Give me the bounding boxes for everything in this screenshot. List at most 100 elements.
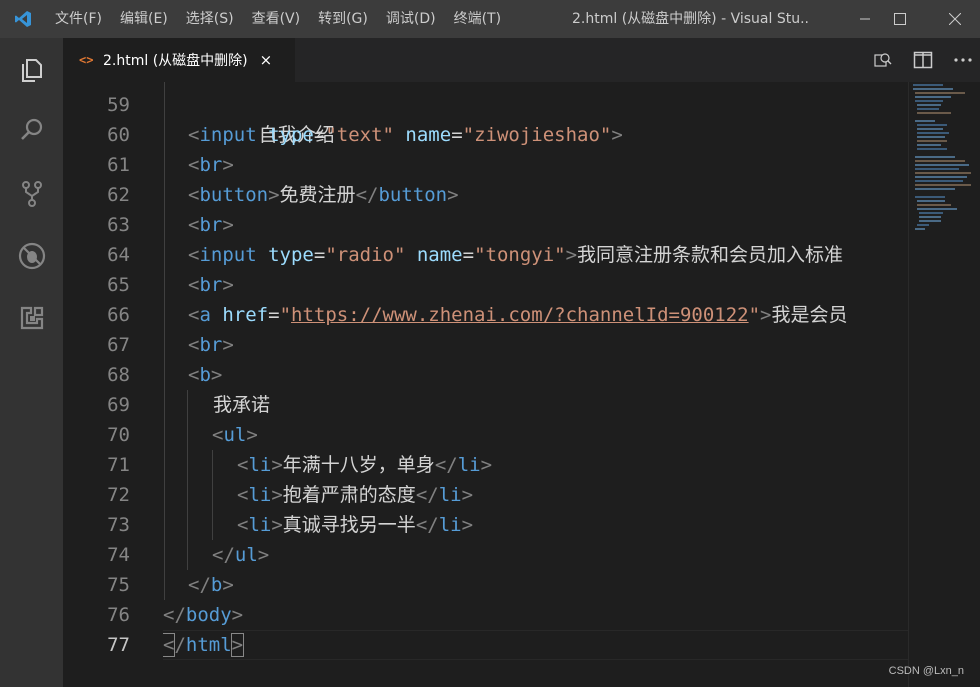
menu-debug[interactable]: 调试(D) — [377, 0, 445, 38]
line-number: 70 — [107, 424, 130, 446]
code-line-60: <input type="text" name="ziwojieshao"> — [188, 124, 623, 146]
window-title: 2.html (从磁盘中删除) - Visual Stu... — [572, 11, 808, 27]
code-line-76: </body> — [163, 604, 244, 626]
line-number: 63 — [107, 214, 130, 236]
extensions-icon[interactable] — [0, 288, 63, 348]
minimap-line — [919, 216, 941, 218]
minimap-line — [915, 156, 955, 158]
code-line-68: <b> — [188, 364, 223, 386]
url-link[interactable]: https://www.zhenai.com/?channelId=900122 — [291, 304, 749, 326]
line-number: 60 — [107, 124, 130, 146]
tab-close-icon[interactable]: × — [260, 51, 273, 69]
minimap-line — [917, 128, 943, 130]
minimap-line — [915, 96, 951, 98]
code-line-75: </b> — [188, 574, 234, 596]
code-line-77: </html> — [163, 633, 245, 657]
code-line-64: <input type="radio" name="tongyi">我同意注册条… — [188, 244, 844, 266]
minimap-line — [917, 148, 947, 150]
line-number: 62 — [107, 184, 130, 206]
code-line-72: <li>抱着严肃的态度</li> — [237, 484, 474, 506]
minimap-line — [915, 180, 963, 182]
explorer-icon[interactable] — [0, 40, 63, 100]
menu-file[interactable]: 文件(F) — [46, 0, 111, 38]
debug-icon[interactable] — [0, 226, 63, 286]
minimap-line — [917, 124, 947, 126]
line-number: 72 — [107, 484, 130, 506]
line-number: 68 — [107, 364, 130, 386]
watermark: CSDN @Lxn_n — [888, 665, 964, 677]
menu-go[interactable]: 转到(G) — [309, 0, 377, 38]
vscode-logo-icon — [0, 0, 46, 38]
maximize-icon[interactable] — [877, 0, 923, 38]
code-line-61: <br> — [188, 154, 234, 176]
line-number: 69 — [107, 394, 130, 416]
line-number: 73 — [107, 514, 130, 536]
menu-view[interactable]: 查看(V) — [243, 0, 310, 38]
minimap-line — [915, 92, 965, 94]
line-number: 76 — [107, 604, 130, 626]
indent-guide — [212, 450, 213, 540]
line-number: 74 — [107, 544, 130, 566]
code-editor[interactable]: 59 60 61 62 63 64 65 66 67 68 69 70 71 7… — [63, 82, 980, 687]
minimap-line — [915, 188, 955, 190]
minimap-line — [915, 176, 967, 178]
code-line-62: <button>免费注册</button> — [188, 184, 459, 206]
minimap-line — [915, 228, 925, 230]
code-lines[interactable]: 自我介绍 <input type="text" name="ziwojiesha… — [163, 82, 908, 687]
minimap-line — [913, 84, 943, 86]
activity-bar — [0, 38, 63, 687]
minimap-line — [917, 112, 951, 114]
close-window-icon[interactable] — [932, 0, 978, 38]
search-icon[interactable] — [0, 100, 63, 160]
line-number: 65 — [107, 274, 130, 296]
code-line-71: <li>年满十八岁，单身</li> — [237, 454, 493, 476]
menu-selection[interactable]: 选择(S) — [177, 0, 243, 38]
line-number: 61 — [107, 154, 130, 176]
minimap-line — [915, 100, 943, 102]
minimap-line — [917, 136, 945, 138]
minimap[interactable] — [908, 82, 980, 687]
indent-guide — [164, 82, 165, 600]
tab-2-html[interactable]: <> 2.html (从磁盘中删除) × — [63, 38, 295, 82]
html-file-icon: <> — [79, 53, 94, 67]
matched-bracket: < — [163, 633, 176, 657]
open-changes-icon[interactable] — [871, 48, 895, 72]
minimap-line — [917, 144, 941, 146]
minimap-line — [917, 132, 949, 134]
minimap-line — [919, 220, 941, 222]
minimap-line — [915, 164, 969, 166]
minimap-line — [917, 200, 945, 202]
code-line-74: </ul> — [212, 544, 270, 566]
minimap-line — [919, 212, 943, 214]
minimap-line — [915, 168, 959, 170]
menu-edit[interactable]: 编辑(E) — [111, 0, 177, 38]
line-number: 71 — [107, 454, 130, 476]
menu-terminal[interactable]: 终端(T) — [445, 0, 510, 38]
line-number: 66 — [107, 304, 130, 326]
minimap-line — [915, 172, 971, 174]
source-control-icon[interactable] — [0, 164, 63, 224]
minimap-line — [917, 208, 957, 210]
line-number: 59 — [107, 94, 130, 116]
minimap-line — [917, 224, 929, 226]
minimap-line — [917, 204, 951, 206]
more-actions-icon[interactable] — [951, 48, 975, 72]
code-line-66: <a href="https://www.zhenai.com/?channel… — [188, 304, 848, 326]
code-line-59: 自我介绍 — [258, 124, 335, 146]
split-editor-icon[interactable] — [911, 48, 935, 72]
minimap-line — [915, 120, 935, 122]
code-line-63: <br> — [188, 214, 234, 236]
line-number-gutter: 59 60 61 62 63 64 65 66 67 68 69 70 71 7… — [63, 82, 148, 687]
minimap-line — [917, 140, 947, 142]
code-line-73: <li>真诚寻找另一半</li> — [237, 514, 474, 536]
minimap-line — [915, 196, 945, 198]
code-line-69: 我承诺 — [213, 394, 271, 416]
minimap-line — [917, 108, 939, 110]
title-bar: 文件(F) 编辑(E) 选择(S) 查看(V) 转到(G) 调试(D) 终端(T… — [0, 0, 980, 38]
matched-bracket: > — [230, 633, 245, 657]
line-number: 67 — [107, 334, 130, 356]
code-line-67: <br> — [188, 334, 234, 356]
code-line-70: <ul> — [212, 424, 258, 446]
code-line-65: <br> — [188, 274, 234, 296]
minimap-line — [917, 104, 941, 106]
